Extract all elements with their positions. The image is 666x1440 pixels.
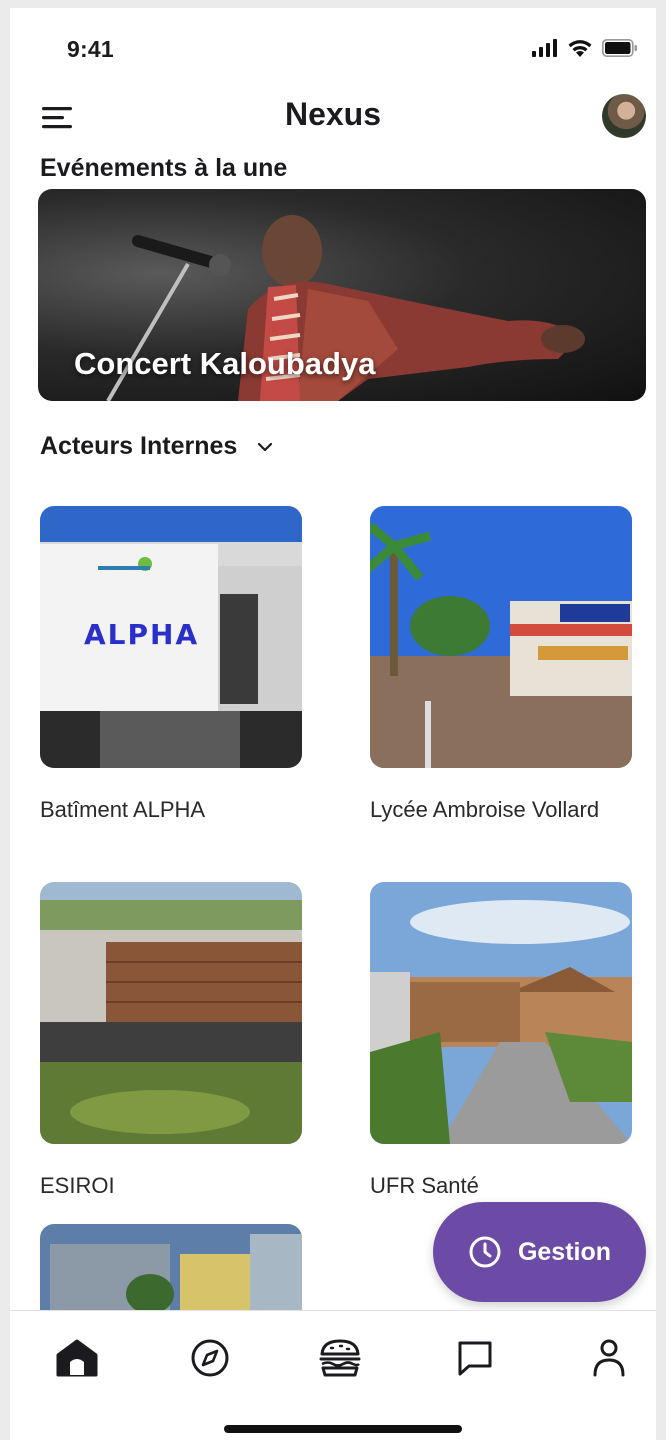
app-screen: 9:41 Nexus Evénements à la une Concert K… — [10, 8, 656, 1440]
featured-event-title: Concert Kaloubadya — [74, 346, 376, 381]
actors-filter-dropdown[interactable]: Acteurs Internes — [40, 432, 273, 461]
actor-card-ufr-sante[interactable]: UFR Santé — [370, 882, 632, 1204]
featured-event-card[interactable]: Concert Kaloubadya — [38, 189, 646, 401]
actor-name: Batîment ALPHA — [40, 797, 206, 822]
svg-text:ALPHA: ALPHA — [84, 618, 199, 651]
actor-card-lycee[interactable]: Lycée Ambroise Vollard — [370, 506, 632, 828]
wifi-icon — [568, 40, 592, 57]
home-icon — [56, 1339, 98, 1377]
actor-card-alpha[interactable]: ALPHA Batîment ALPHA — [40, 506, 302, 828]
actor-card-partial[interactable] — [40, 1224, 302, 1314]
burger-icon — [319, 1339, 361, 1377]
actor-image-esiroi — [40, 882, 302, 1144]
bottom-navigation — [10, 1310, 656, 1440]
home-indicator — [224, 1425, 462, 1433]
gestion-fab-label: Gestion — [517, 1237, 612, 1266]
status-time: 9:41 — [67, 36, 114, 62]
app-title: Nexus — [284, 96, 382, 132]
actors-filter-label: Acteurs Internes — [40, 432, 238, 460]
compass-icon — [191, 1339, 229, 1377]
signal-icon — [532, 38, 557, 57]
actor-name: ESIROI — [40, 1173, 115, 1198]
battery-icon — [602, 38, 637, 57]
gestion-fab[interactable]: Gestion — [433, 1202, 646, 1302]
actor-image-lycee — [370, 506, 632, 768]
actor-name: Lycée Ambroise Vollard — [370, 797, 600, 822]
actor-image-partial — [40, 1224, 302, 1314]
status-icons — [532, 38, 638, 57]
actor-name: UFR Santé — [370, 1173, 479, 1198]
profile-icon — [593, 1339, 625, 1377]
actor-image-ufr-sante — [370, 882, 632, 1144]
nav-food[interactable] — [315, 1333, 365, 1383]
clock-icon — [469, 1236, 501, 1268]
nav-home[interactable] — [52, 1333, 102, 1383]
section-title-featured: Evénements à la une — [40, 154, 288, 182]
nav-profile[interactable] — [584, 1333, 634, 1383]
chevron-down-icon — [258, 442, 273, 451]
nav-explore[interactable] — [185, 1333, 235, 1383]
actor-image-alpha: ALPHA — [40, 506, 302, 768]
nav-messages[interactable] — [450, 1333, 500, 1383]
avatar[interactable] — [602, 94, 646, 138]
chat-icon — [458, 1341, 492, 1376]
actor-card-esiroi[interactable]: ESIROI — [40, 882, 302, 1204]
